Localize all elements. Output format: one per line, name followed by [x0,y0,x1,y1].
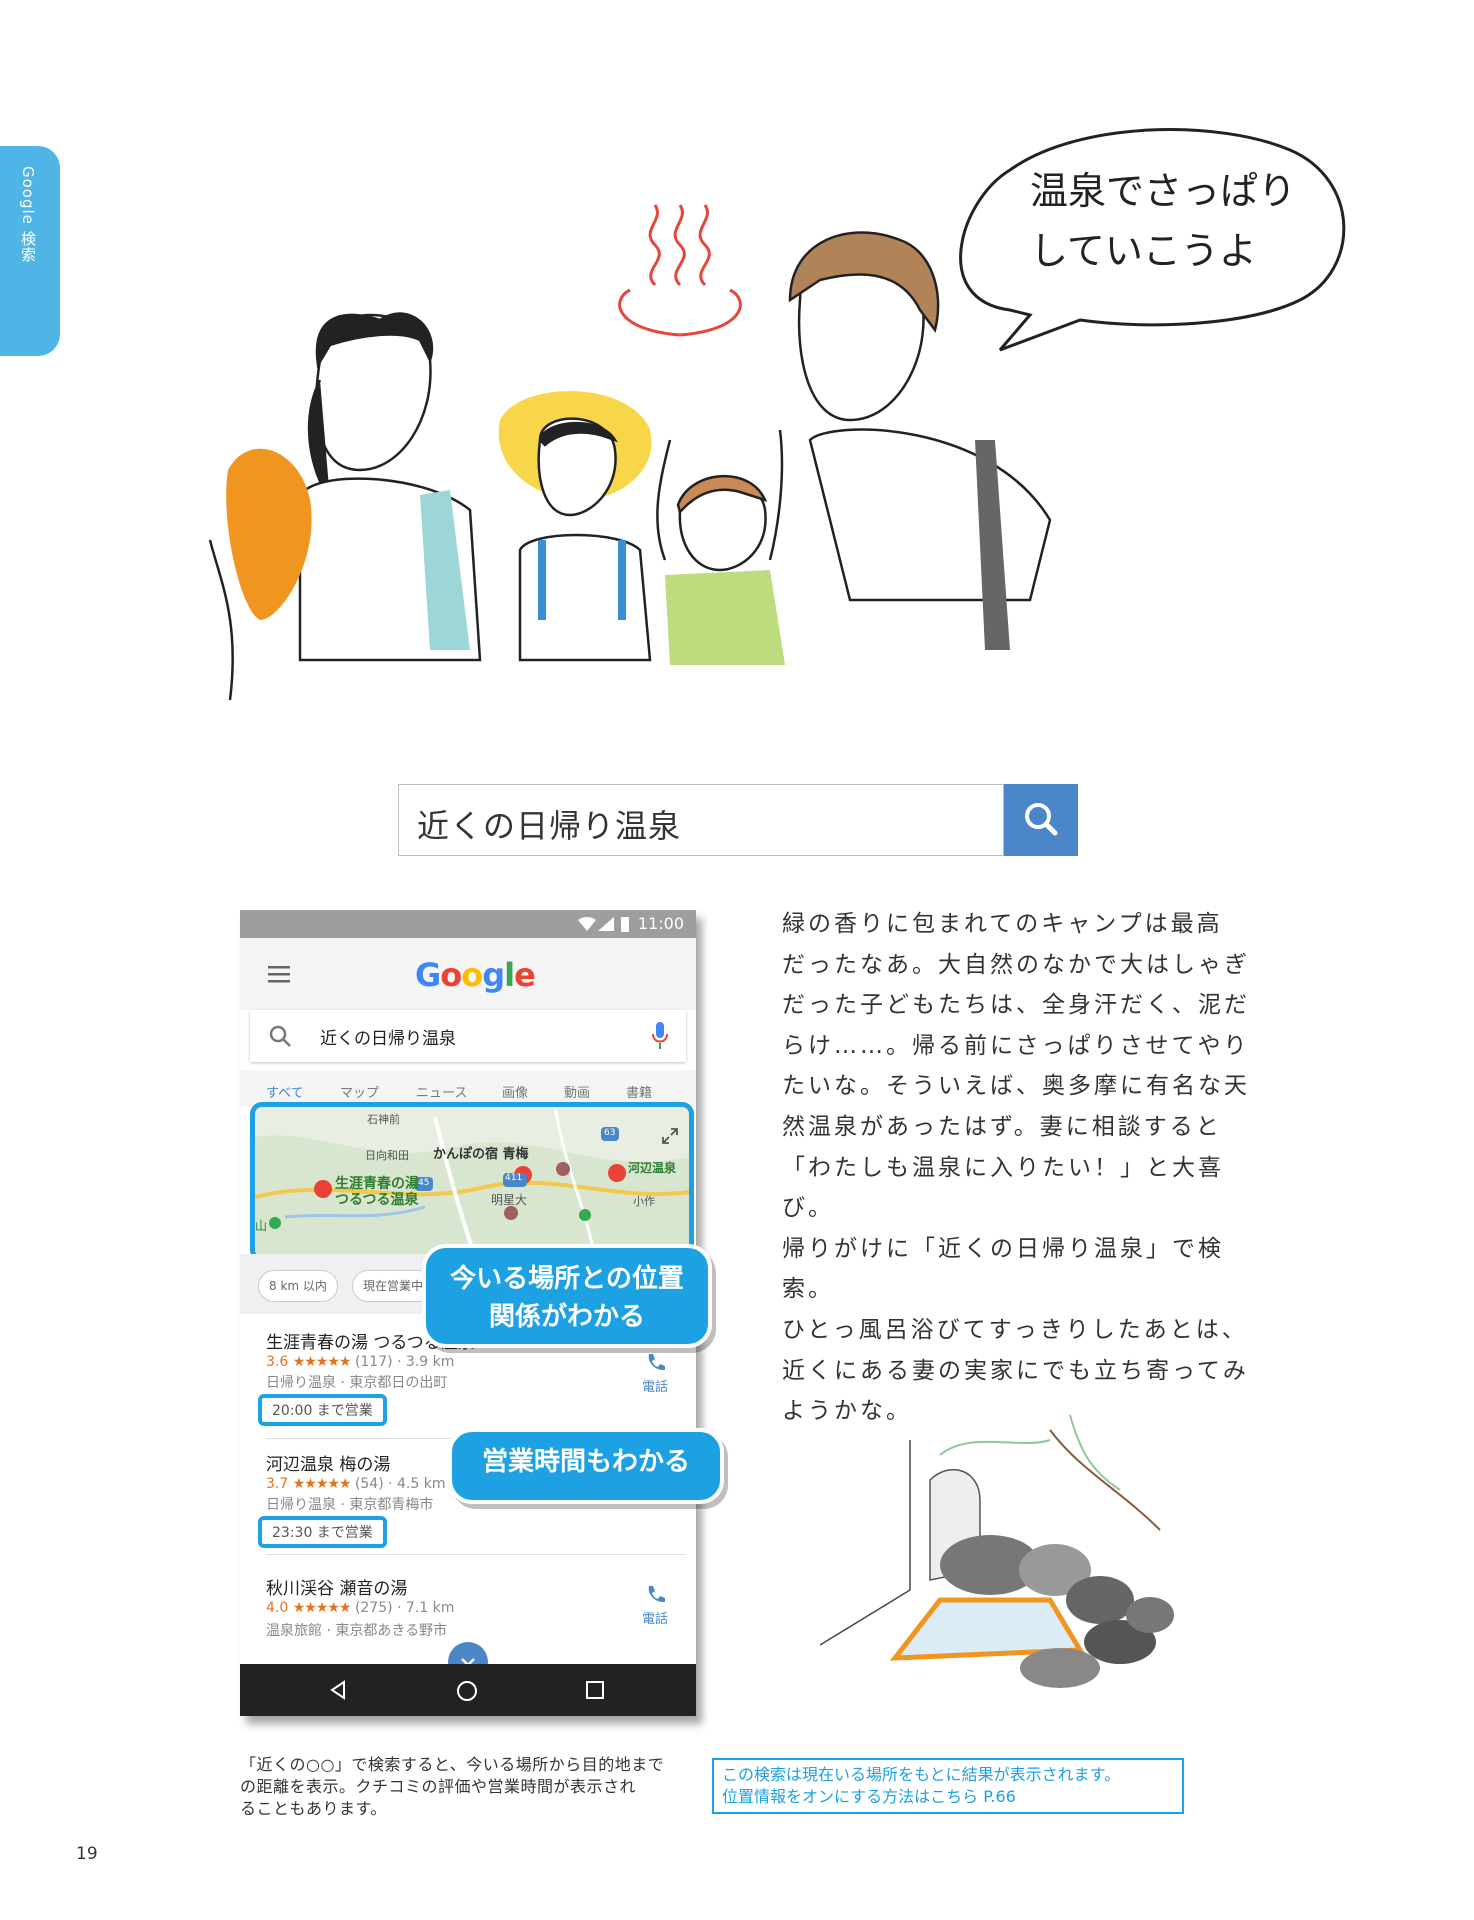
menu-icon[interactable] [268,966,290,984]
result-rating: 3.7 ★★★★★ (54) · 4.5 km [266,1476,446,1492]
map-label-meisei: 明星大 [491,1193,528,1207]
location-note: この検索は現在いる場所をもとに結果が表示されます。 位置情報をオンにする方法はこ… [712,1758,1184,1814]
callout-location: 今いる場所との位置 関係がわかる [422,1244,712,1348]
google-app-bar: Google [240,938,696,1010]
call-button[interactable]: 電話 [642,1352,668,1395]
body-line: 帰りがけに「近くの日帰り温泉」で検索。 [782,1235,1224,1303]
caption-line: 「近くの○○」で検索すると、今いる場所から目的地まで [240,1755,665,1774]
phone-icon [648,1354,665,1371]
body-line: ひとっ風呂浴びてすっきりしたあとは、 [782,1316,1248,1343]
body-line: 然温泉があったはず。妻に相談すると [782,1113,1222,1140]
result-hours: 20:00 まで営業 [258,1394,387,1426]
call-label: 電話 [641,1612,668,1627]
onsen-mark-icon [618,204,742,337]
wifi-icon [578,917,596,931]
search-bar: 近くの日帰り温泉 [398,784,1078,856]
body-paragraph: 緑の香りに包まれてのキャンプは最高 だったなあ。大自然のなかで大はしゃぎ だった… [782,904,1262,1432]
battery-icon [621,917,629,932]
map-label-yama: 山 [255,1219,268,1233]
note-line: この検索は現在いる場所をもとに結果が表示されます。 [722,1765,1121,1784]
expand-icon[interactable] [661,1127,679,1145]
search-icon [1025,803,1058,836]
home-icon[interactable] [456,1680,478,1702]
body-line: だったなあ。大自然のなかで大はしゃぎ [782,951,1250,978]
search-icon [269,1025,291,1047]
back-icon[interactable] [328,1680,348,1700]
page-number: 19 [76,1844,98,1864]
call-label: 電話 [641,1380,668,1395]
result-tabs: すべて マップ ニュース 画像 動画 書籍 [240,1070,696,1106]
map-label-ozaku: 小作 [633,1195,655,1208]
map-route-45: 45 [418,1178,430,1188]
result-name: 河辺温泉 梅の湯 [266,1455,391,1475]
star-rating-icon: ★★★★★ [292,1600,352,1616]
recents-icon[interactable] [586,1681,604,1699]
microphone-icon[interactable] [652,1022,668,1050]
phone-search-query: 近くの日帰り温泉 [320,1029,456,1049]
map-route-411: 411 [505,1173,523,1183]
tab-all[interactable]: すべて [266,1082,304,1101]
callout-hours: 営業時間もわかる [448,1428,724,1504]
body-line: 緑の香りに包まれてのキャンプは最高 [782,911,1223,937]
phone-search-box[interactable]: 近くの日帰り温泉 [250,1010,686,1062]
woman-figure [208,312,482,701]
callout-location-line2: 関係がわかる [488,1302,645,1332]
result-rating: 4.0 ★★★★★ (275) · 7.1 km [266,1600,455,1616]
map-label-kanbonoyado: かんぽの宿 青梅 [433,1147,529,1162]
body-line: たいな。そういえば、奥多摩に有名な天 [782,1073,1250,1100]
result-rating: 3.6 ★★★★★ (117) · 3.9 km [266,1354,455,1370]
search-field: 近くの日帰り温泉 [398,784,1004,856]
callout-location-line1: 今いる場所との位置 [450,1264,684,1294]
google-logo: Google [415,956,536,994]
map-label-kawabe: 河辺温泉 [628,1161,677,1175]
caption-line: ることもあります。 [240,1799,387,1818]
map-label-ishigamimae: 石神前 [367,1113,400,1126]
map-label-shogai-2: つるつる温泉 [335,1192,419,1208]
speech-line-2: していこうよ [1030,229,1257,273]
search-button [1004,784,1078,856]
body-line: だった子どもたちは、全身汗だく、泥だ [782,992,1250,1019]
chapter-tab-label: Google 検索 [19,166,37,263]
star-rating-icon: ★★★★★ [292,1354,352,1370]
result-info: 温泉旅館 · 東京都あきる野市 [266,1623,448,1639]
map-label-hinatawada: 日向和田 [365,1149,409,1162]
tab-images[interactable]: 画像 [502,1082,528,1101]
girl-figure [498,391,652,662]
speech-line-1: 温泉でさっぱり [1030,169,1297,213]
result-info: 日帰り温泉 · 東京都日の出町 [266,1375,448,1391]
body-line: 近くにある妻の実家にでも立ち寄ってみ [782,1357,1249,1384]
chip-within-8km[interactable]: 8 km 以内 [258,1270,338,1302]
search-query: 近くの日帰り温泉 [417,807,682,845]
body-line: 「わたしも温泉に入りたい！」と大喜び。 [782,1154,1224,1222]
map-graphic [255,1107,689,1257]
status-bar: 11:00 [240,910,696,938]
status-time: 11:00 [637,914,684,933]
chapter-tab: Google 検索 [0,146,60,356]
figure-caption: 「近くの○○」で検索すると、今いる場所から目的地まで の距離を表示。クチコミの評… [240,1754,700,1820]
tab-maps[interactable]: マップ [340,1082,379,1101]
map-preview[interactable]: 石神前 日向和田 かんぽの宿 青梅 河辺温泉 生涯青春の湯 つるつる温泉 明星大… [250,1102,694,1262]
tab-videos[interactable]: 動画 [564,1082,590,1101]
tab-news[interactable]: ニュース [416,1082,467,1101]
onsen-pool-illustration [820,1414,1174,1688]
map-route-63: 63 [604,1128,616,1138]
signal-icon [598,917,614,931]
body-line: らけ……。帰る前にさっぱりさせてやり [782,1032,1250,1059]
star-rating-icon: ★★★★★ [292,1476,352,1492]
caption-line: の距離を表示。クチコミの評価や営業時間が表示され [240,1777,637,1796]
tab-books[interactable]: 書籍 [626,1082,652,1101]
android-nav-bar [240,1664,696,1716]
boy-figure [656,429,785,665]
phone-icon [648,1586,665,1603]
result-info: 日帰り温泉 · 東京都青梅市 [266,1497,434,1513]
result-name: 秋川渓谷 瀬音の湯 [266,1579,408,1599]
result-hours: 23:30 まで営業 [258,1516,387,1548]
note-line[interactable]: 位置情報をオンにする方法はこちら P.66 [722,1786,1174,1808]
call-button[interactable]: 電話 [642,1584,668,1627]
